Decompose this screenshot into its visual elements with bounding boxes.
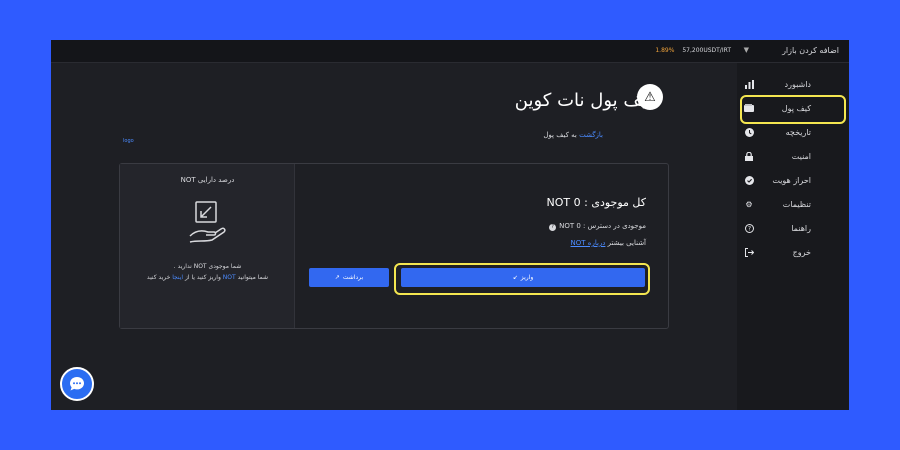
hint-part-a: شما میتوانید xyxy=(237,274,269,281)
warning-icon: ⚠ xyxy=(637,84,663,110)
total-balance: کل موجودی : 0 NOT xyxy=(546,196,646,209)
back-link-text: به کیف پول xyxy=(543,131,577,139)
sidebar-item-history[interactable]: تاریخچه xyxy=(743,123,839,141)
no-asset-hint: شما میتوانید NOT واریز کنید یا از اینجا … xyxy=(120,274,295,281)
sidebar-item-dashboard[interactable]: داشبورد xyxy=(743,75,839,93)
history-icon xyxy=(743,126,755,138)
withdraw-button[interactable]: برداشت ↗ xyxy=(309,268,389,287)
asset-percent-panel: درصد دارایی NOT شما موجودی NOT ندارید . … xyxy=(120,164,295,328)
not-link[interactable]: NOT xyxy=(223,274,236,281)
bar-chart-icon xyxy=(743,78,755,90)
deposit-highlight xyxy=(394,263,650,295)
chat-bubble-icon xyxy=(70,377,84,391)
asset-percent-title: درصد دارایی NOT xyxy=(180,176,235,184)
logout-icon xyxy=(743,246,755,258)
breadcrumb: بازگشت به کیف پول xyxy=(543,131,603,139)
hint-part-b: واریز کنید یا از xyxy=(185,274,221,281)
arrow-up-right-icon: ↗ xyxy=(334,274,340,281)
about-not-link[interactable]: درباره NOT xyxy=(571,239,606,247)
back-link[interactable]: بازگشت xyxy=(579,131,603,139)
deposit-hand-icon xyxy=(189,201,226,243)
wallet-highlight xyxy=(740,95,846,124)
hint-part-c: خرید کنید xyxy=(146,274,171,281)
learn-more-text: آشنایی بیشتر xyxy=(607,239,646,247)
wallet-card: درصد دارایی NOT شما موجودی NOT ندارید . … xyxy=(119,163,669,329)
gear-icon: ⚙ xyxy=(745,199,753,209)
learn-more: آشنایی بیشتر درباره NOT xyxy=(571,239,646,247)
top-bar: اضافه کردن بازار ▼ 1.89% 57,200USDT/IRT xyxy=(51,40,849,63)
check-circle-icon xyxy=(743,174,755,186)
sidebar-item-security[interactable]: امنیت xyxy=(743,147,839,165)
app-window: اضافه کردن بازار ▼ 1.89% 57,200USDT/IRT … xyxy=(51,40,849,410)
withdraw-label: برداشت xyxy=(342,274,364,281)
sidebar-item-label: احراز هویت xyxy=(772,175,811,185)
sidebar-item-label: تاریخچه xyxy=(785,127,811,137)
ticker-change: 1.89% xyxy=(655,47,675,54)
chat-button[interactable] xyxy=(60,367,94,401)
available-balance: موجودی در دسترس : 0 NOT? xyxy=(549,222,646,231)
chevron-down-icon[interactable]: ▼ xyxy=(744,46,749,54)
sidebar-item-kyc[interactable]: احراز هویت xyxy=(743,171,839,189)
sidebar-item-label: راهنما xyxy=(791,223,811,233)
ticker-pair: 57,200USDT/IRT xyxy=(682,47,731,54)
help-icon: ? xyxy=(743,222,755,234)
info-icon[interactable]: ? xyxy=(549,224,557,231)
page-title: کیف پول نات کوین xyxy=(514,90,656,111)
sidebar-item-logout[interactable]: خروج xyxy=(743,243,839,261)
no-asset-message: شما موجودی NOT ندارید . xyxy=(173,263,242,270)
available-balance-text: موجودی در دسترس : 0 NOT xyxy=(559,222,646,230)
sidebar-item-settings[interactable]: ⚙ تنظیمات xyxy=(743,195,839,213)
sidebar-item-label: امنیت xyxy=(791,151,811,161)
lock-icon xyxy=(743,150,755,162)
add-market-button[interactable]: اضافه کردن بازار xyxy=(782,46,839,55)
logo-icon: logo xyxy=(123,138,134,144)
sidebar-item-label: خروج xyxy=(792,247,811,257)
buy-here-link[interactable]: اینجا xyxy=(172,274,183,281)
sidebar-item-label: تنظیمات xyxy=(782,199,811,209)
svg-text:?: ? xyxy=(747,225,750,232)
sidebar-item-help[interactable]: ? راهنما xyxy=(743,219,839,237)
ticker: 1.89% 57,200USDT/IRT xyxy=(655,47,731,54)
sidebar-item-label: داشبورد xyxy=(784,79,811,89)
